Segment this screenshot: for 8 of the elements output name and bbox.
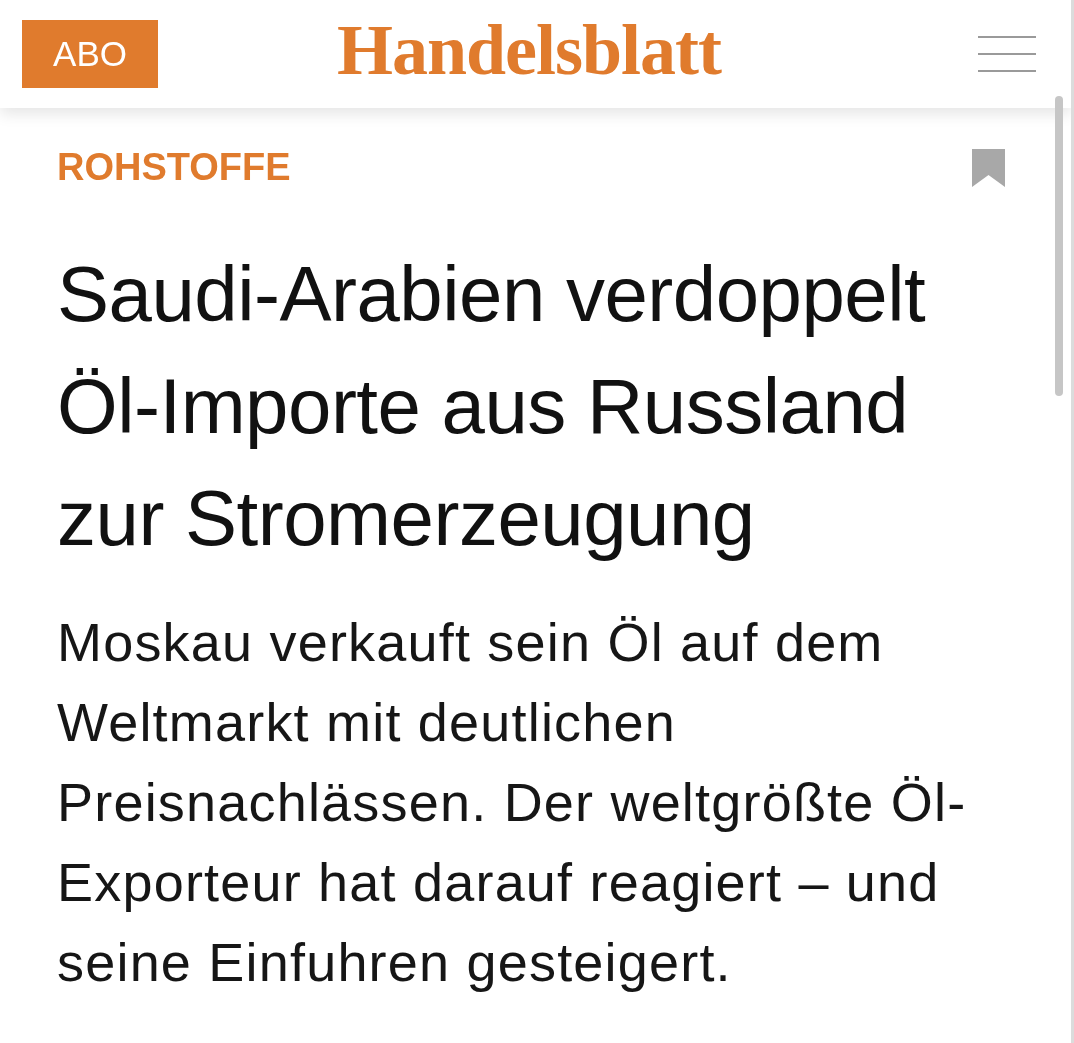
category-link[interactable]: ROHSTOFFE bbox=[57, 146, 291, 190]
scrollbar-thumb[interactable] bbox=[1055, 96, 1063, 396]
subscribe-button[interactable]: ABO bbox=[22, 20, 158, 88]
article-teaser: Moskau verkauft sein Öl auf dem Weltmarkt mit deutlichen Preisnachlässen. Der weltgrößte Öl-Exporteur hat darauf reagiert – und seine Einfuhren gesteigert. bbox=[57, 610, 968, 994]
menu-icon[interactable] bbox=[978, 36, 1036, 72]
bookmark-icon[interactable] bbox=[972, 148, 1005, 187]
article-headline: Saudi-Arabien verdoppelt Öl-Importe aus Russland zur Stromerzeugung bbox=[57, 248, 927, 564]
logo[interactable]: Handelsblatt bbox=[336, 14, 722, 86]
